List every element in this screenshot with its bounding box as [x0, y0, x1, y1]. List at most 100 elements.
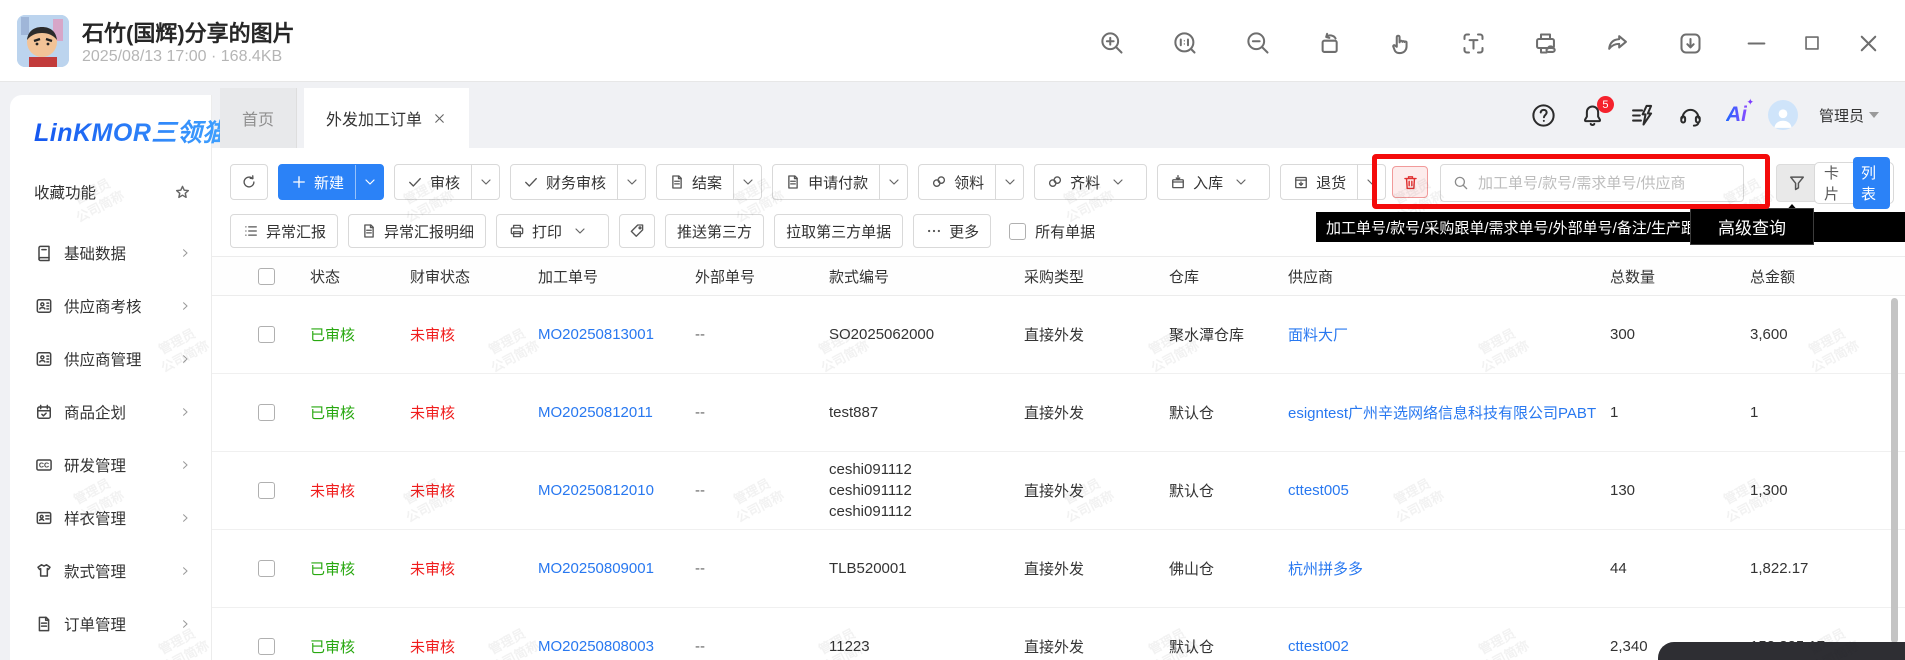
sidebar-item-rd-management[interactable]: 研发管理: [10, 439, 212, 491]
calendar-icon: [34, 402, 54, 422]
viewer-titlebar: 石竹(国辉)分享的图片 2025/08/13 17:00 · 168.4KB: [0, 0, 1905, 82]
tab-home[interactable]: 首页: [220, 88, 298, 148]
vertical-scrollbar[interactable]: [1891, 298, 1898, 643]
changelog-icon[interactable]: [1628, 101, 1656, 129]
mo-link[interactable]: MO20250812010: [538, 482, 695, 499]
shared-image-thumbnail[interactable]: [17, 15, 69, 67]
exception-report-button[interactable]: 异常汇报: [230, 214, 339, 248]
user-menu[interactable]: 管理员: [1819, 105, 1879, 126]
bell-icon[interactable]: 5: [1579, 96, 1614, 129]
stock-in-button[interactable]: 入库: [1157, 164, 1271, 200]
search-input[interactable]: [1478, 174, 1732, 192]
clear-search-button[interactable]: [1392, 166, 1428, 198]
status-badge: 已审核: [310, 561, 356, 578]
contact-card-icon: [34, 349, 54, 369]
tag-button[interactable]: [619, 214, 656, 248]
sidebar-item-supplier-assessment[interactable]: 供应商考核: [10, 280, 212, 332]
material-ready-dropdown[interactable]: [1110, 174, 1135, 190]
supplier-link[interactable]: 面料大厂: [1288, 324, 1610, 345]
material-pick-dropdown[interactable]: [995, 165, 1023, 199]
print-dropdown[interactable]: [572, 223, 597, 239]
material-pick-button[interactable]: 领料: [918, 164, 1025, 200]
hand-tool-icon[interactable]: [1385, 26, 1419, 60]
original-size-button[interactable]: [1168, 26, 1202, 60]
stock-in-dropdown[interactable]: [1233, 174, 1258, 190]
row-checkbox[interactable]: [258, 404, 275, 421]
create-button[interactable]: 新建: [278, 164, 385, 200]
advanced-search-button[interactable]: 高级查询: [1690, 208, 1814, 245]
supplier-link[interactable]: cttest005: [1288, 482, 1610, 499]
select-all-checkbox[interactable]: [258, 267, 275, 285]
rings-icon: [930, 173, 948, 191]
supplier-link[interactable]: esigntest广州辛选网络信息科技有限公司PABT: [1288, 402, 1610, 423]
search-box[interactable]: [1440, 164, 1744, 202]
payment-request-button[interactable]: 申请付款: [772, 164, 909, 200]
row-checkbox[interactable]: [258, 638, 275, 655]
sidebar-item-favorites[interactable]: 收藏功能: [10, 169, 212, 215]
return-goods-button[interactable]: 退货: [1280, 164, 1387, 200]
toolbar-row-1: 新建 审核 财务审核 结案 申请付款 领料 齐料 入库 退货: [230, 164, 1387, 200]
mo-link[interactable]: MO20250809001: [538, 560, 695, 577]
all-documents-option: 所有单据: [1009, 221, 1095, 242]
refresh-button[interactable]: [230, 164, 268, 200]
mo-link[interactable]: MO20250812011: [538, 404, 695, 421]
star-icon[interactable]: [173, 183, 192, 202]
maximize-button[interactable]: [1795, 26, 1829, 60]
supplier-link[interactable]: 杭州拼多多: [1288, 558, 1610, 579]
minimize-button[interactable]: [1739, 26, 1773, 60]
close-case-button[interactable]: 结案: [656, 164, 763, 200]
card-view-button[interactable]: 卡片: [1818, 162, 1851, 204]
tab-strip: 首页 外发加工订单 5 Ai ✦ 管理员: [212, 82, 1905, 148]
all-documents-checkbox[interactable]: [1009, 222, 1027, 240]
sidebar-item-base-data[interactable]: 基础数据: [10, 227, 212, 279]
app-logo: LinKMOR三领猫: [34, 113, 228, 149]
supplier-link[interactable]: cttest002: [1288, 638, 1610, 655]
zoom-in-button[interactable]: [1095, 26, 1129, 60]
sidebar-item-product-planning[interactable]: 商品企划: [10, 386, 212, 438]
tab-outsourcing-orders[interactable]: 外发加工订单: [304, 88, 470, 148]
sidebar-item-sales-management[interactable]: 销售管理: [10, 645, 212, 660]
help-icon[interactable]: [1530, 101, 1558, 129]
share-icon[interactable]: [1600, 26, 1634, 60]
return-goods-dropdown[interactable]: [1357, 165, 1385, 199]
finance-audit-button[interactable]: 财务审核: [510, 164, 647, 200]
list-view-button[interactable]: 列表: [1853, 157, 1890, 209]
zoom-out-button[interactable]: [1241, 26, 1275, 60]
print-button[interactable]: 打印: [496, 214, 610, 248]
download-icon[interactable]: [1673, 26, 1707, 60]
row-checkbox[interactable]: [258, 560, 275, 577]
tab-close-icon[interactable]: [432, 111, 447, 126]
push-third-party-button[interactable]: 推送第三方: [665, 214, 765, 248]
sidebar-item-style-management[interactable]: 款式管理: [10, 545, 212, 597]
close-button[interactable]: [1851, 26, 1885, 60]
material-ready-button[interactable]: 齐料: [1034, 164, 1148, 200]
sidebar-item-order-management[interactable]: 订单管理: [10, 598, 212, 650]
dots-icon: [925, 222, 943, 240]
chevron-right-icon: [178, 299, 192, 313]
avatar[interactable]: [1767, 100, 1798, 130]
table-header-row: 状态 财审状态 加工单号 外部单号 款式编号 采购类型 仓库 供应商 总数量 总…: [212, 256, 1905, 296]
finance-audit-dropdown[interactable]: [617, 165, 645, 199]
mo-link[interactable]: MO20250808003: [538, 638, 695, 655]
ai-assistant-button[interactable]: Ai ✦: [1726, 97, 1754, 127]
mo-link[interactable]: MO20250813001: [538, 326, 695, 343]
filter-funnel-button[interactable]: [1776, 164, 1818, 202]
sidebar-item-sample-management[interactable]: 样衣管理: [10, 492, 212, 544]
ocr-text-icon[interactable]: [1456, 26, 1490, 60]
rotate-icon[interactable]: [1313, 26, 1347, 60]
row-checkbox[interactable]: [258, 482, 275, 499]
pull-third-party-button[interactable]: 拉取第三方单据: [774, 214, 904, 248]
check-icon: [406, 173, 424, 191]
close-case-dropdown[interactable]: [733, 165, 761, 199]
create-dropdown[interactable]: [355, 165, 383, 199]
more-button[interactable]: 更多: [913, 214, 992, 248]
sidebar-item-supplier-management[interactable]: 供应商管理: [10, 333, 212, 385]
row-checkbox[interactable]: [258, 326, 275, 343]
payment-request-dropdown[interactable]: [879, 165, 907, 199]
notification-badge: 5: [1596, 96, 1614, 113]
audit-button[interactable]: 审核: [394, 164, 501, 200]
audit-dropdown[interactable]: [471, 165, 499, 199]
exception-report-detail-button[interactable]: 异常汇报明细: [348, 214, 487, 248]
print-icon[interactable]: [1528, 26, 1562, 60]
headset-icon[interactable]: [1677, 101, 1705, 129]
